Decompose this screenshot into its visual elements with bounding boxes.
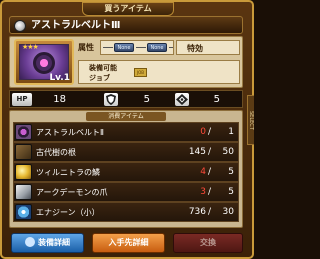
material-separator: / bbox=[208, 207, 212, 217]
attribute-dash bbox=[103, 47, 113, 48]
material-row[interactable]: アークデーモンの爪 3 / 5 bbox=[13, 182, 239, 202]
shield-icon bbox=[104, 93, 118, 106]
item-name: アストラルベルトⅢ bbox=[31, 20, 121, 31]
scale-icon bbox=[15, 164, 32, 180]
obtain-source-label: 入手先詳細 bbox=[108, 238, 149, 247]
material-row[interactable]: ツィルニトラの鱗 4 / 5 bbox=[13, 162, 239, 182]
exchange-label: 交換 bbox=[200, 238, 216, 247]
panel-header-tab: 買うアイテム bbox=[82, 2, 174, 16]
material-have-count: 736 bbox=[188, 207, 206, 217]
material-row[interactable]: アストラルベルトⅡ 0 / 1 bbox=[13, 122, 239, 142]
material-separator: / bbox=[208, 147, 212, 157]
material-need-count: 5 bbox=[228, 187, 234, 197]
material-have-count: 3 bbox=[200, 187, 206, 197]
attribute-none-chip-1: None bbox=[114, 43, 134, 52]
item-title-bar: アストラルベルトⅢ bbox=[9, 16, 243, 34]
material-separator: / bbox=[208, 127, 212, 137]
select-side-tab[interactable]: SELECT bbox=[247, 95, 254, 145]
material-need-count: 50 bbox=[222, 147, 234, 157]
attribute-dash bbox=[136, 47, 146, 48]
hp-value: 18 bbox=[53, 94, 66, 105]
attribute-dash bbox=[169, 47, 173, 48]
hp-icon: HP bbox=[12, 93, 32, 106]
attribute-label: 属性 bbox=[78, 43, 94, 52]
attribute-row: 属性 None None 特効 bbox=[78, 39, 240, 56]
item-portrait[interactable]: ★★★ Lv.1 bbox=[14, 39, 74, 85]
equipment-detail-button[interactable]: 装備詳細 bbox=[11, 233, 84, 253]
material-name: アストラルベルトⅡ bbox=[36, 128, 104, 137]
belt-gem-shape bbox=[40, 59, 48, 67]
material-have-count: 4 bbox=[200, 167, 206, 177]
job-icon: JOB bbox=[134, 68, 147, 77]
attribute-none-chip-2: None bbox=[147, 43, 167, 52]
magic-defense-value: 5 bbox=[213, 94, 220, 105]
equippable-job-label: 装備可能 ジョブ bbox=[89, 64, 117, 82]
stats-bar: HP 18 5 5 bbox=[9, 90, 243, 108]
root-icon bbox=[15, 144, 32, 160]
special-effect-label: 特効 bbox=[176, 40, 240, 55]
rarity-stars: ★★★ bbox=[22, 43, 39, 51]
defense-value: 5 bbox=[143, 94, 150, 105]
magic-defense-icon bbox=[175, 93, 189, 106]
claw-icon bbox=[15, 184, 32, 200]
attribute-slots: None None bbox=[100, 40, 174, 55]
material-separator: / bbox=[208, 167, 212, 177]
material-separator: / bbox=[208, 187, 212, 197]
belt-icon bbox=[15, 124, 32, 140]
material-need-count: 1 bbox=[228, 127, 234, 137]
obtain-source-button[interactable]: 入手先詳細 bbox=[92, 233, 165, 253]
energy-icon bbox=[15, 204, 32, 220]
material-name: 古代樹の根 bbox=[36, 148, 76, 157]
material-have-count: 145 bbox=[188, 147, 206, 157]
material-need-count: 5 bbox=[228, 167, 234, 177]
material-name: アークデーモンの爪 bbox=[36, 188, 108, 197]
material-name: エナジーン（小） bbox=[36, 208, 100, 217]
equipment-detail-label: 装備詳細 bbox=[38, 238, 70, 247]
material-row[interactable]: 古代樹の根 145 / 50 bbox=[13, 142, 239, 162]
item-level: Lv.1 bbox=[49, 73, 70, 83]
material-row[interactable]: エナジーン（小） 736 / 30 bbox=[13, 202, 239, 222]
material-name: ツィルニトラの鱗 bbox=[36, 168, 100, 177]
materials-header: 消費アイテム bbox=[86, 112, 166, 121]
exchange-button[interactable]: 交換 bbox=[173, 233, 243, 253]
item-category-icon bbox=[14, 20, 26, 32]
refresh-icon bbox=[25, 236, 35, 247]
material-need-count: 30 bbox=[222, 207, 234, 217]
equippable-job-row: 装備可能 ジョブ JOB bbox=[78, 60, 240, 84]
material-have-count: 0 bbox=[200, 127, 206, 137]
